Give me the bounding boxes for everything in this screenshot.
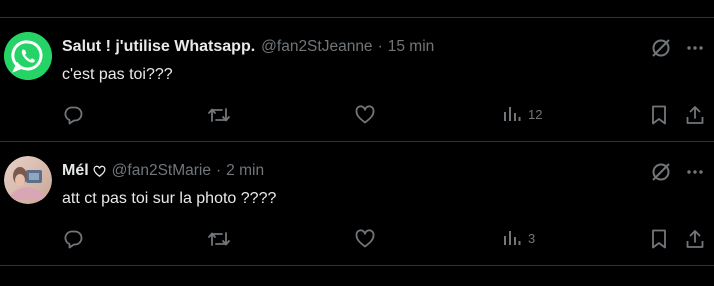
display-name[interactable]: Mél (62, 162, 89, 180)
like-button[interactable] (354, 104, 376, 126)
whatsapp-logo-icon (4, 32, 52, 80)
views-icon (504, 231, 521, 245)
tweet-actions: 3 (0, 228, 714, 252)
tweet-header: Mél @fan2StMarie · 2 min (62, 161, 264, 181)
tweet-2[interactable]: Mél @fan2StMarie · 2 min att ct pas toi … (0, 142, 714, 265)
avatar[interactable] (4, 156, 52, 204)
profile-photo (4, 156, 52, 204)
tweet-text: c'est pas toi??? (62, 66, 173, 83)
separator-dot: · (215, 162, 222, 179)
handle[interactable]: @fan2StMarie (112, 162, 211, 180)
retweet-icon (208, 232, 230, 246)
retweet-button[interactable] (206, 228, 232, 250)
more-options-icon[interactable] (684, 37, 706, 64)
grok-icon[interactable] (650, 37, 672, 64)
more-options-icon[interactable] (684, 161, 706, 188)
heart-icon (355, 105, 375, 124)
tweet-header: Salut ! j'utilise Whatsapp. @fan2StJeann… (62, 37, 434, 57)
reply-button[interactable] (62, 104, 84, 126)
heart-outline-icon (93, 165, 106, 178)
handle[interactable]: @fan2StJeanne (261, 38, 372, 56)
tweet-actions: 12 (0, 104, 714, 128)
bookmark-icon (652, 105, 666, 125)
like-button[interactable] (354, 228, 376, 250)
bottom-divider (0, 265, 714, 266)
avatar[interactable] (4, 32, 52, 80)
share-icon (686, 230, 704, 248)
share-icon (686, 106, 704, 124)
timestamp[interactable]: 15 min (388, 38, 435, 56)
share-button[interactable] (684, 104, 706, 126)
bookmark-icon (652, 229, 666, 249)
views-icon (504, 107, 521, 121)
tweet-1[interactable]: Salut ! j'utilise Whatsapp. @fan2StJeann… (0, 18, 714, 141)
reply-icon (64, 230, 83, 249)
timestamp[interactable]: 2 min (226, 162, 264, 180)
grok-icon[interactable] (650, 161, 672, 188)
share-button[interactable] (684, 228, 706, 250)
views-count: 12 (528, 106, 543, 122)
tweet-top-icons (650, 37, 706, 64)
bookmark-button[interactable] (648, 228, 670, 250)
tweet-text: att ct pas toi sur la photo ???? (62, 190, 277, 207)
separator-dot: · (377, 38, 383, 55)
views-button[interactable]: 12 (502, 104, 542, 124)
views-button[interactable]: 3 (502, 228, 535, 248)
bookmark-button[interactable] (648, 104, 670, 126)
display-name[interactable]: Salut ! j'utilise Whatsapp. (62, 38, 255, 56)
views-count: 3 (528, 230, 536, 246)
heart-icon (355, 229, 375, 248)
reply-icon (64, 106, 83, 125)
tweet-top-icons (650, 161, 706, 188)
retweet-icon (208, 108, 230, 122)
reply-button[interactable] (62, 228, 84, 250)
retweet-button[interactable] (206, 104, 232, 126)
